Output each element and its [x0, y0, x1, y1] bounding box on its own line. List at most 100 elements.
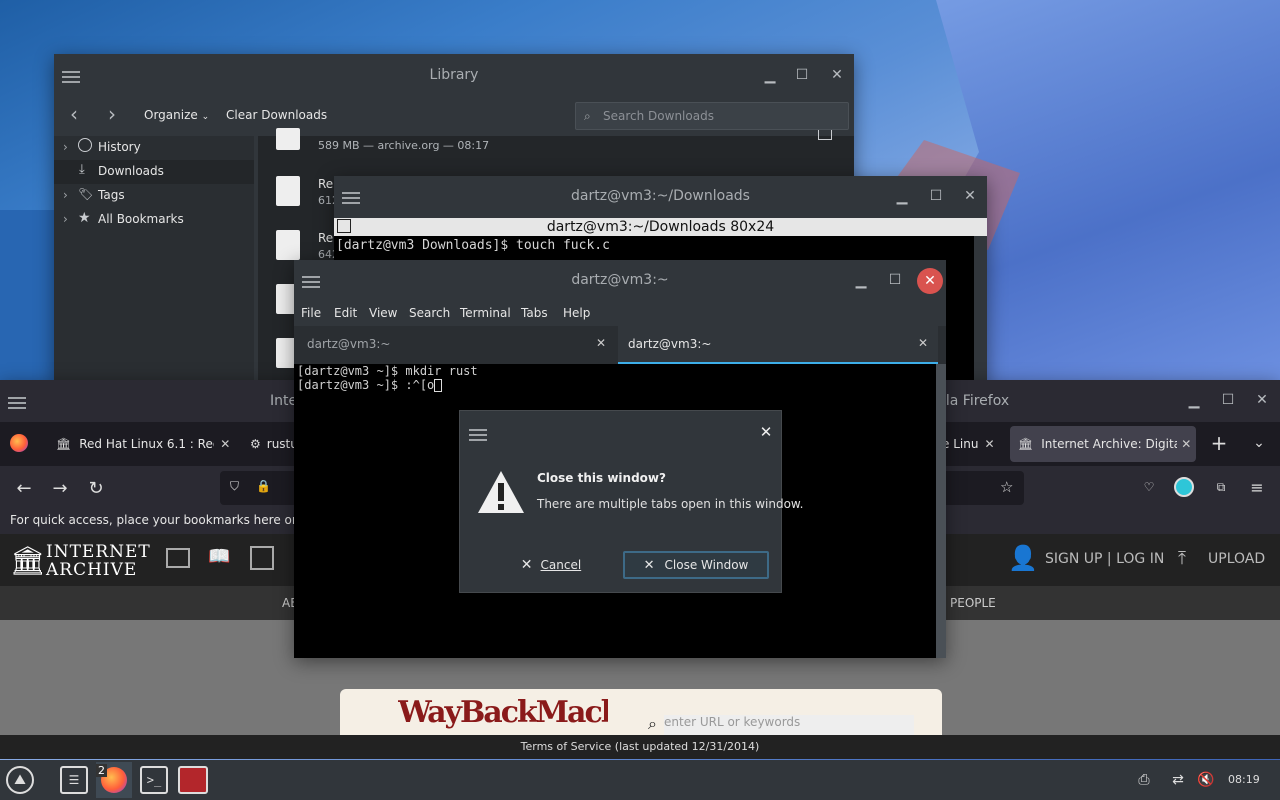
maximize-icon[interactable]: ☐	[1218, 390, 1238, 410]
menu-terminal[interactable]: Terminal	[460, 306, 511, 320]
bookmark-star-icon[interactable]: ☆	[1000, 478, 1013, 496]
menu-icon[interactable]	[62, 68, 80, 83]
list-tabs-button[interactable]: ⌄	[1248, 432, 1270, 454]
upload-link[interactable]: UPLOAD	[1208, 551, 1265, 567]
reload-button[interactable]: ↻	[84, 476, 108, 500]
menu-icon[interactable]	[342, 189, 360, 204]
terminal-tab-active[interactable]: dartz@vm3:~ ✕	[618, 326, 938, 364]
clock-icon	[78, 138, 92, 152]
xterm-icon[interactable]	[178, 766, 208, 794]
menu-icon[interactable]	[469, 426, 487, 441]
hamburger-menu-icon[interactable]: ≡	[1246, 476, 1268, 498]
minimize-icon[interactable]: ▁	[760, 66, 780, 86]
video-icon[interactable]	[250, 546, 274, 570]
forward-button[interactable]: →	[48, 476, 72, 500]
user-icon[interactable]: 👤	[1008, 544, 1038, 572]
clock[interactable]: 08:19	[1228, 773, 1260, 786]
chevron-right-icon: ›	[63, 212, 68, 226]
terms-link[interactable]: Terms of Service (last updated 12/31/201…	[521, 740, 760, 753]
window-count-badge: 2	[96, 764, 107, 777]
menu-icon[interactable]	[8, 394, 26, 409]
archive-logo-icon[interactable]: 🏛	[10, 544, 46, 577]
printer-icon[interactable]: ⎙	[1134, 770, 1154, 790]
window-title-right: lla Firefox	[942, 393, 1010, 409]
upload-icon[interactable]: ⤒	[1178, 548, 1186, 569]
menu-view[interactable]: View	[369, 306, 397, 320]
close-icon[interactable]: ✕	[960, 186, 980, 206]
library-sidebar: › History ⤓ Downloads › 🏷 Tags › ★ All B…	[54, 136, 254, 384]
checkbox-icon[interactable]	[818, 130, 832, 140]
back-button[interactable]: ←	[12, 476, 36, 500]
minimize-icon[interactable]: ▁	[851, 271, 871, 291]
close-icon: ✕	[520, 557, 533, 573]
close-icon[interactable]: ✕	[917, 268, 943, 294]
menu-search[interactable]: Search	[409, 306, 450, 320]
list-item[interactable]: 589 MB — archive.org — 08:17	[258, 126, 854, 176]
close-icon[interactable]: ✕	[220, 437, 230, 451]
terminal-tab[interactable]: dartz@vm3:~ ✕	[294, 326, 618, 362]
network-icon[interactable]: ⇄	[1168, 770, 1188, 790]
menu-icon[interactable]	[302, 273, 320, 288]
new-tab-button[interactable]: +	[1208, 431, 1230, 455]
close-icon[interactable]: ✕	[1181, 437, 1191, 451]
shield-icon: ⛉	[230, 479, 240, 493]
volume-muted-icon[interactable]: 🔇	[1196, 770, 1216, 790]
pocket-icon[interactable]: ♡	[1138, 476, 1160, 498]
sidebar-item-label: Downloads	[98, 164, 164, 178]
sidebar-item-downloads[interactable]: ⤓ Downloads	[54, 160, 254, 184]
forward-button[interactable]: ›	[100, 102, 124, 126]
close-icon[interactable]: ✕	[1252, 390, 1272, 410]
subnav-people[interactable]: PEOPLE	[950, 596, 996, 610]
maximize-icon[interactable]: ☐	[792, 65, 812, 85]
maximize-icon[interactable]: ☐	[885, 270, 905, 290]
back-button[interactable]: ‹	[62, 102, 86, 126]
rust-icon: ⚙	[250, 437, 261, 451]
sidebar-item-tags[interactable]: › 🏷 Tags	[54, 184, 254, 208]
web-icon[interactable]	[166, 548, 190, 568]
terminal-icon[interactable]: >_	[140, 766, 168, 794]
library-titlebar[interactable]: Library ▁ ☐ ✕	[54, 54, 854, 96]
sidebar-item-history[interactable]: › History	[54, 136, 254, 160]
file-icon	[276, 176, 300, 206]
firefox-view-icon[interactable]	[10, 434, 28, 452]
xterm-titlebar: dartz@vm3:~/Downloads 80x24	[334, 218, 987, 236]
close-icon[interactable]: ✕	[596, 336, 606, 350]
window-title: dartz@vm3:~/Downloads	[571, 188, 750, 204]
cancel-button[interactable]: ✕ Cancel	[506, 551, 596, 579]
wallpaper-shape	[0, 210, 60, 380]
menu-help[interactable]: Help	[563, 306, 590, 320]
menu-file[interactable]: File	[301, 306, 321, 320]
wayback-search-field[interactable]: enter URL or keywords	[664, 715, 914, 735]
app-launcher-icon[interactable]: ⛰	[6, 766, 34, 794]
grid-icon[interactable]	[337, 219, 351, 233]
account-icon[interactable]	[1174, 477, 1194, 497]
close-icon[interactable]: ✕	[827, 65, 847, 85]
signup-login-link[interactable]: SIGN UP | LOG IN	[1045, 551, 1164, 567]
firefox-icon[interactable]: 2	[96, 762, 132, 798]
terminal-titlebar[interactable]: dartz@vm3:~ ▁ ☐ ✕	[294, 260, 946, 300]
close-icon[interactable]: ✕	[984, 437, 994, 451]
terminal-titlebar[interactable]: dartz@vm3:~/Downloads ▁ ☐ ✕	[334, 176, 987, 216]
organize-label: Organize	[144, 108, 198, 122]
maximize-icon[interactable]: ☐	[926, 186, 946, 206]
terminal-scrollbar[interactable]	[936, 364, 946, 658]
tab[interactable]: 🏛 Red Hat Linux 6.1 : Red H ✕	[48, 424, 238, 464]
texts-icon[interactable]: 📖	[208, 546, 230, 567]
sidebar-item-all-bookmarks[interactable]: › ★ All Bookmarks	[54, 208, 254, 232]
cancel-label: Cancel	[540, 558, 582, 572]
menu-edit[interactable]: Edit	[334, 306, 357, 320]
extensions-icon[interactable]: ⧉	[1210, 476, 1232, 498]
minimize-icon[interactable]: ▁	[892, 187, 912, 207]
menu-tabs[interactable]: Tabs	[521, 306, 548, 320]
tab[interactable]: e Linu ✕	[942, 424, 1004, 464]
organize-menu[interactable]: Organize ⌄	[144, 108, 209, 122]
download-meta: 589 MB — archive.org — 08:17	[318, 139, 490, 152]
warning-icon	[478, 471, 524, 513]
tab-active[interactable]: 🏛 Internet Archive: Digital Li ✕	[1010, 426, 1196, 462]
close-icon[interactable]: ✕	[918, 336, 928, 350]
close-icon[interactable]: ✕	[756, 422, 776, 442]
close-window-button[interactable]: ✕ Close Window	[623, 551, 769, 579]
file-manager-icon[interactable]: ☰	[60, 766, 88, 794]
clear-downloads-button[interactable]: Clear Downloads	[226, 108, 327, 122]
minimize-icon[interactable]: ▁	[1184, 391, 1204, 411]
